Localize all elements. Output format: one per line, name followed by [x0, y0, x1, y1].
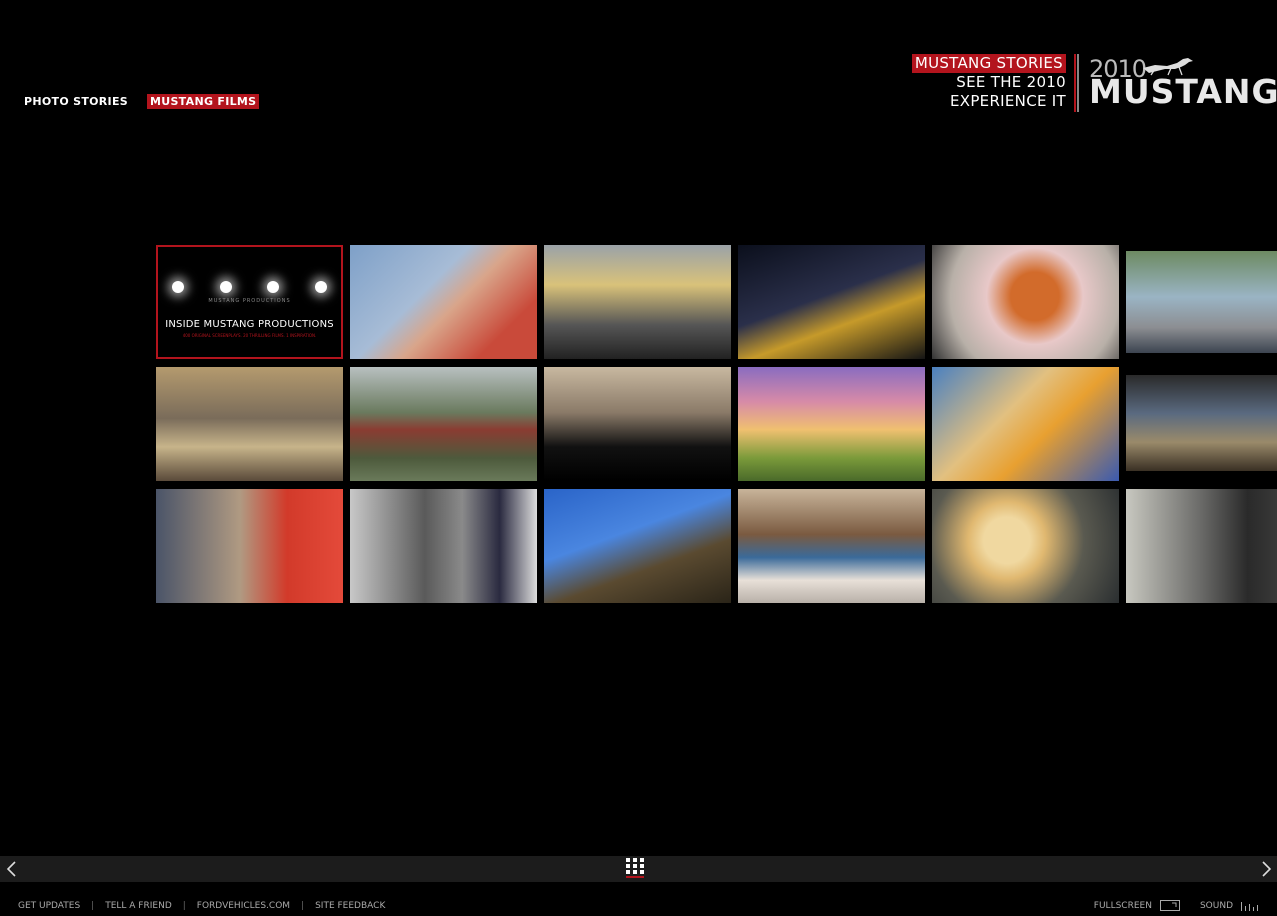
see-the-2010-link[interactable]: SEE THE 2010 [912, 73, 1066, 92]
film-thumb[interactable] [1126, 251, 1277, 353]
film-thumb[interactable] [738, 489, 925, 603]
grid-icon[interactable] [626, 858, 644, 878]
film-thumb[interactable] [1126, 375, 1277, 471]
divider: | [301, 901, 305, 911]
film-thumb[interactable] [738, 367, 925, 481]
featured-title: INSIDE MUSTANG PRODUCTIONS [165, 319, 334, 330]
film-thumb[interactable] [156, 367, 343, 481]
footer-links: GET UPDATES | TELL A FRIEND | FORDVEHICL… [18, 901, 385, 911]
fullscreen-label[interactable]: FULLSCREEN [1094, 901, 1152, 911]
film-thumb[interactable] [932, 245, 1119, 359]
sound-label[interactable]: SOUND [1200, 901, 1233, 911]
logo-wordmark: MUSTANG [1089, 72, 1277, 111]
bottom-nav-bar [0, 856, 1277, 882]
film-thumb[interactable] [544, 245, 731, 359]
featured-subtitle: 400 ORIGINAL SCREENPLAYS. 20 THRILLING F… [182, 333, 317, 338]
film-thumb[interactable] [932, 367, 1119, 481]
film-thumb[interactable] [738, 245, 925, 359]
film-thumb[interactable] [156, 489, 343, 603]
film-thumb[interactable] [1126, 489, 1277, 603]
footer: GET UPDATES | TELL A FRIEND | FORDVEHICL… [0, 896, 1277, 916]
brand-menu: MUSTANG STORIES SEE THE 2010 EXPERIENCE … [911, 54, 1066, 111]
fordvehicles-link[interactable]: FORDVEHICLES.COM [197, 901, 290, 911]
film-thumb[interactable] [544, 489, 731, 603]
experience-it-link[interactable]: EXPERIENCE IT [912, 92, 1066, 111]
film-thumb[interactable] [932, 489, 1119, 603]
mustang-logo[interactable]: 2010 MUSTANG [1089, 54, 1277, 111]
featured-film-thumb[interactable]: MUSTANG PRODUCTIONS INSIDE MUSTANG PRODU… [156, 245, 343, 359]
film-thumb[interactable] [350, 245, 537, 359]
films-grid: MUSTANG PRODUCTIONS INSIDE MUSTANG PRODU… [156, 245, 1277, 603]
prev-arrow-icon[interactable] [2, 859, 22, 879]
fullscreen-icon[interactable] [1159, 900, 1180, 911]
footer-controls: FULLSCREEN SOUND [1094, 900, 1261, 911]
brand-header: MUSTANG STORIES SEE THE 2010 EXPERIENCE … [911, 54, 1277, 114]
get-updates-link[interactable]: GET UPDATES [18, 901, 80, 911]
film-thumb[interactable] [544, 367, 731, 481]
top-nav: PHOTO STORIES MUSTANG FILMS [21, 94, 260, 109]
brand-divider [1074, 54, 1079, 112]
mustang-stories-link[interactable]: MUSTANG STORIES [911, 54, 1066, 73]
next-arrow-icon[interactable] [1256, 859, 1276, 879]
tell-a-friend-link[interactable]: TELL A FRIEND [105, 901, 172, 911]
production-label: MUSTANG PRODUCTIONS [208, 298, 291, 304]
stage-lights [172, 281, 327, 293]
mustang-films-link[interactable]: MUSTANG FILMS [146, 94, 260, 109]
photo-stories-link[interactable]: PHOTO STORIES [21, 94, 131, 109]
film-thumb[interactable] [350, 367, 537, 481]
sound-icon[interactable] [1241, 900, 1261, 911]
film-thumb[interactable] [350, 489, 537, 603]
divider: | [182, 901, 186, 911]
site-feedback-link[interactable]: SITE FEEDBACK [315, 901, 385, 911]
divider: | [91, 901, 95, 911]
